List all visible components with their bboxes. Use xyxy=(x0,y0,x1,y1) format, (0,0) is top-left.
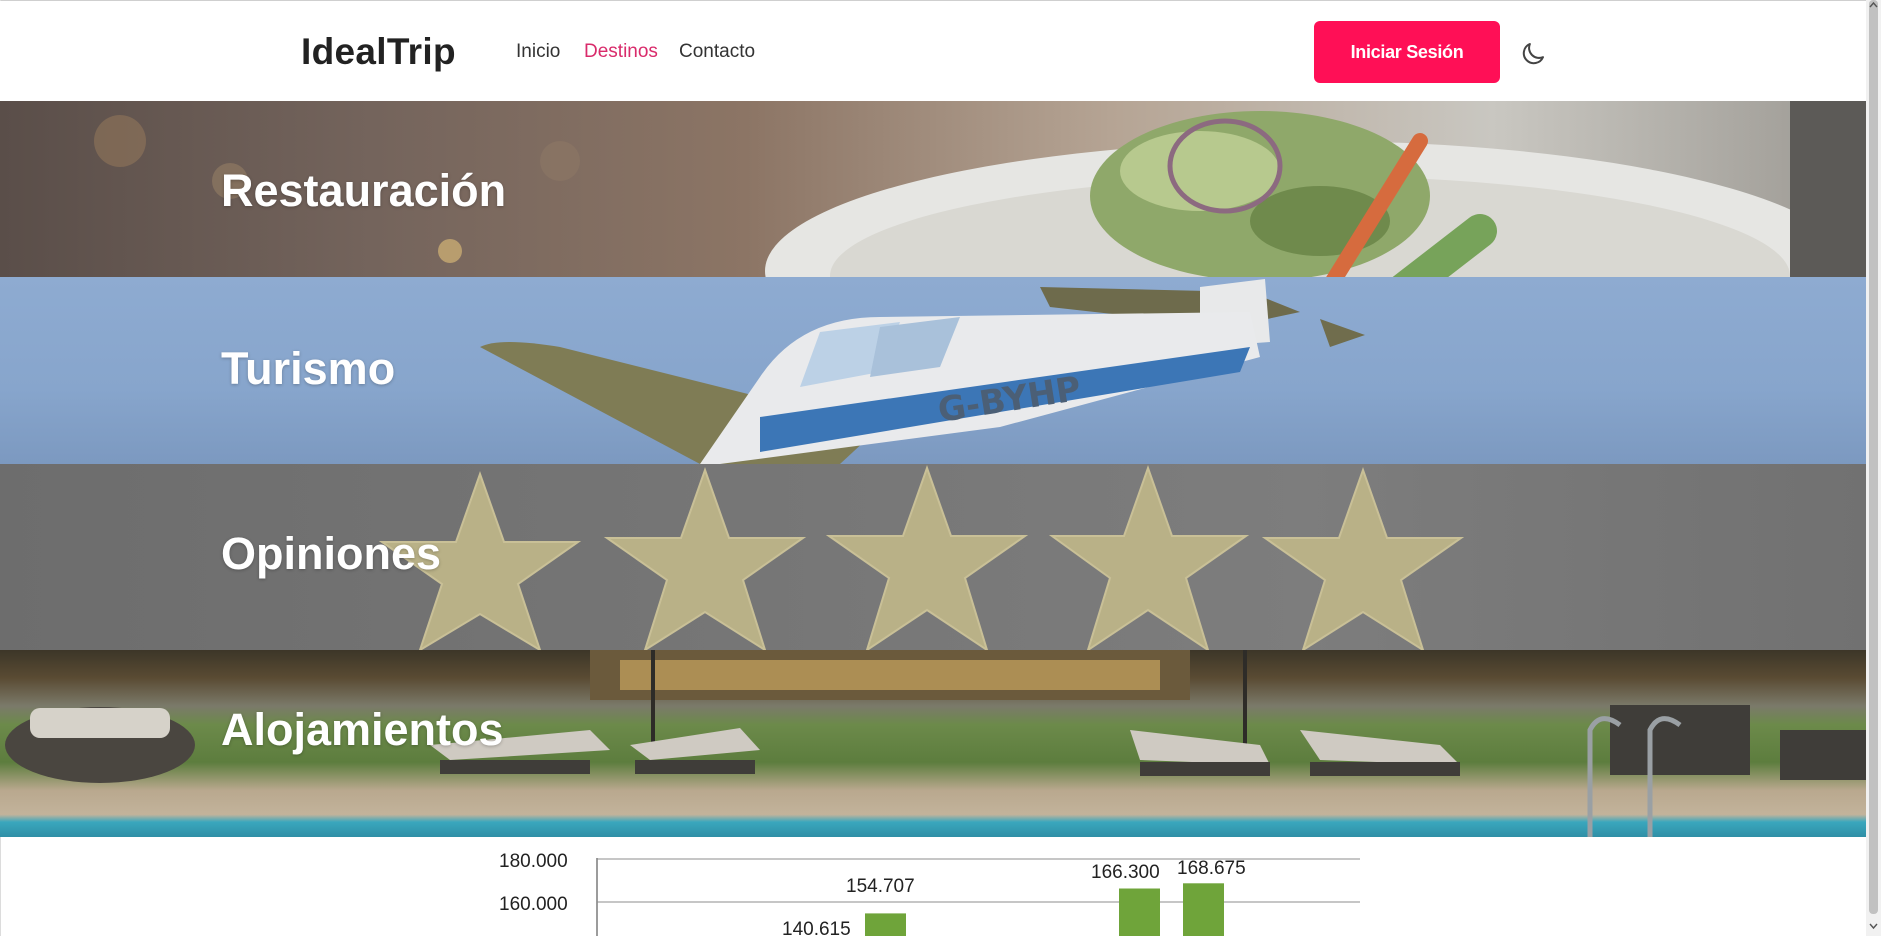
nav-link-contacto[interactable]: Contacto xyxy=(679,41,755,63)
scroll-up-arrow-icon[interactable] xyxy=(1869,0,1878,10)
section-title-opiniones: Opiniones xyxy=(221,528,442,579)
data-label: 168.675 xyxy=(1177,858,1246,879)
chart-svg: 180.000 160.000 140.615 154.707 166.300 … xyxy=(495,838,1375,936)
banner-restauracion[interactable]: Restauración xyxy=(0,101,1866,277)
banner-opiniones[interactable]: Opiniones xyxy=(0,464,1866,650)
y-tick-label: 180.000 xyxy=(499,851,568,872)
nav-link-destinos[interactable]: Destinos xyxy=(584,41,658,63)
data-label: 166.300 xyxy=(1091,862,1160,883)
data-label: 140.615 xyxy=(782,919,851,936)
section-title-restauracion: Restauración xyxy=(221,165,507,216)
login-button[interactable]: Iniciar Sesión xyxy=(1314,21,1500,83)
brand-logo[interactable]: IdealTrip xyxy=(301,31,456,73)
nav-link-inicio[interactable]: Inicio xyxy=(516,41,560,63)
banner-alojamientos[interactable]: Alojamientos xyxy=(0,650,1866,837)
y-tick-label: 160.000 xyxy=(499,894,568,915)
section-title-turismo: Turismo xyxy=(221,343,396,394)
moon-icon[interactable] xyxy=(1518,39,1548,69)
bar-166300 xyxy=(1119,888,1160,936)
scroll-down-arrow-icon[interactable] xyxy=(1869,921,1878,931)
visitors-bar-chart: 180.000 160.000 140.615 154.707 166.300 … xyxy=(495,838,1375,936)
section-title-alojamientos: Alojamientos xyxy=(221,704,504,755)
data-label: 154.707 xyxy=(846,876,915,897)
bar-154707 xyxy=(865,913,906,936)
banner-turismo[interactable]: G-BYHP Turismo xyxy=(0,277,1866,464)
navbar: IdealTrip Inicio Destinos Contacto Inici… xyxy=(0,1,1866,101)
bar-168675 xyxy=(1183,883,1224,936)
scroll-thumb[interactable] xyxy=(1869,0,1878,914)
